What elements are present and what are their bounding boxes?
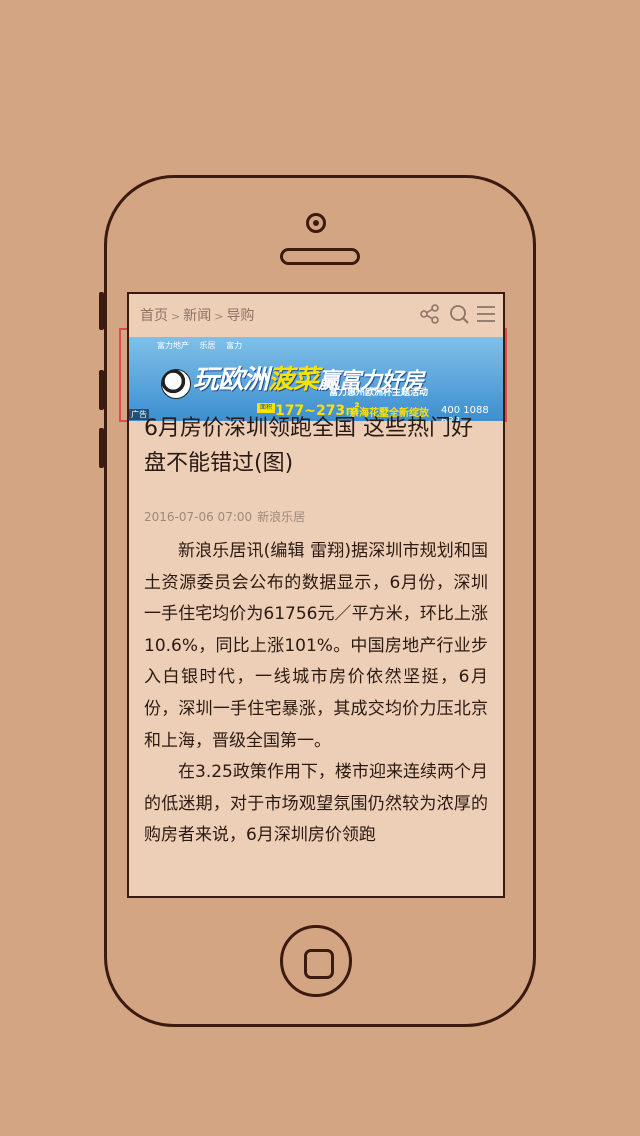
phone-volume-up	[99, 370, 104, 410]
ad-logo-leju: 乐居	[199, 341, 216, 350]
front-camera	[306, 213, 326, 233]
article-meta: 2016-07-06 07:00 新浪乐居	[144, 508, 305, 525]
article-paragraph: 新浪乐居讯(编辑 雷翔)据深圳市规划和国土资源委员会公布的数据显示，6月份，深圳…	[144, 541, 488, 751]
breadcrumb: 首页 > 新闻 > 导购	[140, 305, 254, 325]
search-icon[interactable]	[448, 303, 470, 325]
soccer-ball-icon	[161, 369, 191, 399]
article-title: 6月房价深圳领跑全国 这些热门好盘不能错过(图)	[144, 416, 473, 476]
ad-logo-fuli: 富力地产	[157, 341, 189, 350]
menu-icon[interactable]	[475, 303, 497, 325]
breadcrumb-news[interactable]: 新闻	[183, 308, 211, 324]
ad-headline-b: 菠菜	[268, 365, 319, 395]
phone-mute-switch	[99, 292, 104, 330]
breadcrumb-guide[interactable]: 导购	[226, 308, 254, 324]
ad-banner[interactable]: 富力地产 乐居 富力 玩欧洲菠菜赢富力好房 富力惠州欧洲杯主题活动 面积 177…	[129, 337, 503, 421]
breadcrumb-separator: >	[171, 310, 181, 323]
article-paragraph: 在3.25政策作用下，楼市迎来连续两个月的低迷期，对于市场观望氛围仍然较为浓厚的…	[144, 762, 488, 846]
article-body: 新浪乐居讯(编辑 雷翔)据深圳市规划和国土资源委员会公布的数据显示，6月份，深圳…	[144, 536, 488, 852]
phone-screen: 首页 > 新闻 > 导购 富力地产 乐居 富力 玩欧洲菠菜赢富力好房 富力惠州欧…	[127, 292, 505, 898]
share-icon[interactable]	[419, 303, 441, 325]
ad-headline-a: 玩欧洲	[193, 365, 269, 395]
breadcrumb-home[interactable]: 首页	[140, 308, 168, 324]
article-date: 2016-07-06 07:00	[144, 510, 253, 524]
home-button[interactable]	[280, 925, 352, 997]
ad-logo-fuli2: 富力	[226, 341, 243, 350]
top-bar: 首页 > 新闻 > 导购	[129, 294, 503, 332]
article-source: 新浪乐居	[257, 510, 306, 524]
breadcrumb-separator: >	[214, 310, 224, 323]
ad-logos: 富力地产 乐居 富力	[157, 340, 250, 351]
ad-subtitle: 富力惠州欧洲杯主题活动	[329, 388, 429, 398]
phone-volume-down	[99, 428, 104, 468]
earpiece-speaker	[280, 248, 360, 265]
